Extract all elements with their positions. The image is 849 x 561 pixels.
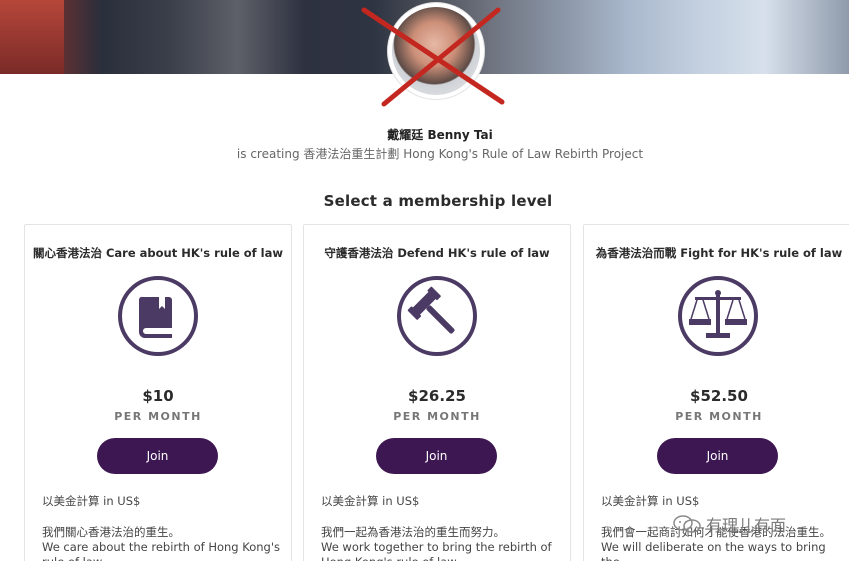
red-cross-mark — [361, 7, 505, 107]
tier-period: PER MONTH — [393, 410, 481, 423]
tier-period: PER MONTH — [675, 410, 763, 423]
gavel-icon — [397, 276, 477, 356]
creator-project-line: is creating 香港法治重生計劃 Hong Kong's Rule of… — [236, 147, 644, 161]
tier-description: 我們一起為香港法治的重生而努力。 We work together to bri… — [321, 525, 561, 561]
tier-title: 為香港法治而戰 Fight for HK's rule of law — [595, 246, 843, 260]
banner-left-photo — [0, 0, 64, 74]
wechat-watermark: 有理儿有面 — [672, 512, 786, 536]
wechat-icon — [673, 515, 701, 533]
section-title: Select a membership level — [323, 192, 553, 210]
join-button-care[interactable]: Join — [97, 438, 218, 474]
creator-name: 戴耀廷 Benny Tai — [387, 128, 493, 142]
watermark-text: 有理儿有面 — [706, 516, 787, 535]
tier-price: $10 — [142, 387, 174, 405]
desc-english: We work together to bring the rebirth of… — [321, 540, 552, 561]
tier-card-care: 關心香港法治 Care about HK's rule of law $10 P… — [24, 224, 292, 561]
tier-title: 守護香港法治 Defend HK's rule of law — [324, 246, 550, 260]
join-button-defend[interactable]: Join — [376, 438, 497, 474]
tier-description: 我們關心香港法治的重生。 We care about the rebirth o… — [42, 525, 282, 561]
tier-card-fight: 為香港法治而戰 Fight for HK's rule of law $52.5… — [583, 224, 849, 561]
currency-note: 以美金計算 in US$ — [321, 494, 420, 508]
tier-card-defend: 守護香港法治 Defend HK's rule of law $26.25 PE… — [303, 224, 571, 561]
join-button-fight[interactable]: Join — [657, 438, 778, 474]
desc-chinese: 我們一起為香港法治的重生而努力。 — [321, 525, 505, 539]
book-icon — [118, 276, 198, 356]
currency-note: 以美金計算 in US$ — [601, 494, 700, 508]
tier-price: $26.25 — [408, 387, 466, 405]
scales-icon — [678, 276, 758, 356]
tier-period: PER MONTH — [114, 410, 202, 423]
tier-price: $52.50 — [690, 387, 748, 405]
desc-chinese: 我們關心香港法治的重生。 — [42, 525, 180, 539]
desc-english: We will deliberate on the ways to bring … — [601, 540, 826, 561]
membership-page: 戴耀廷 Benny Tai is creating 香港法治重生計劃 Hong … — [0, 0, 849, 561]
tier-title: 關心香港法治 Care about HK's rule of law — [32, 246, 283, 260]
currency-note: 以美金計算 in US$ — [42, 494, 141, 508]
desc-english: We care about the rebirth of Hong Kong's… — [42, 540, 281, 561]
